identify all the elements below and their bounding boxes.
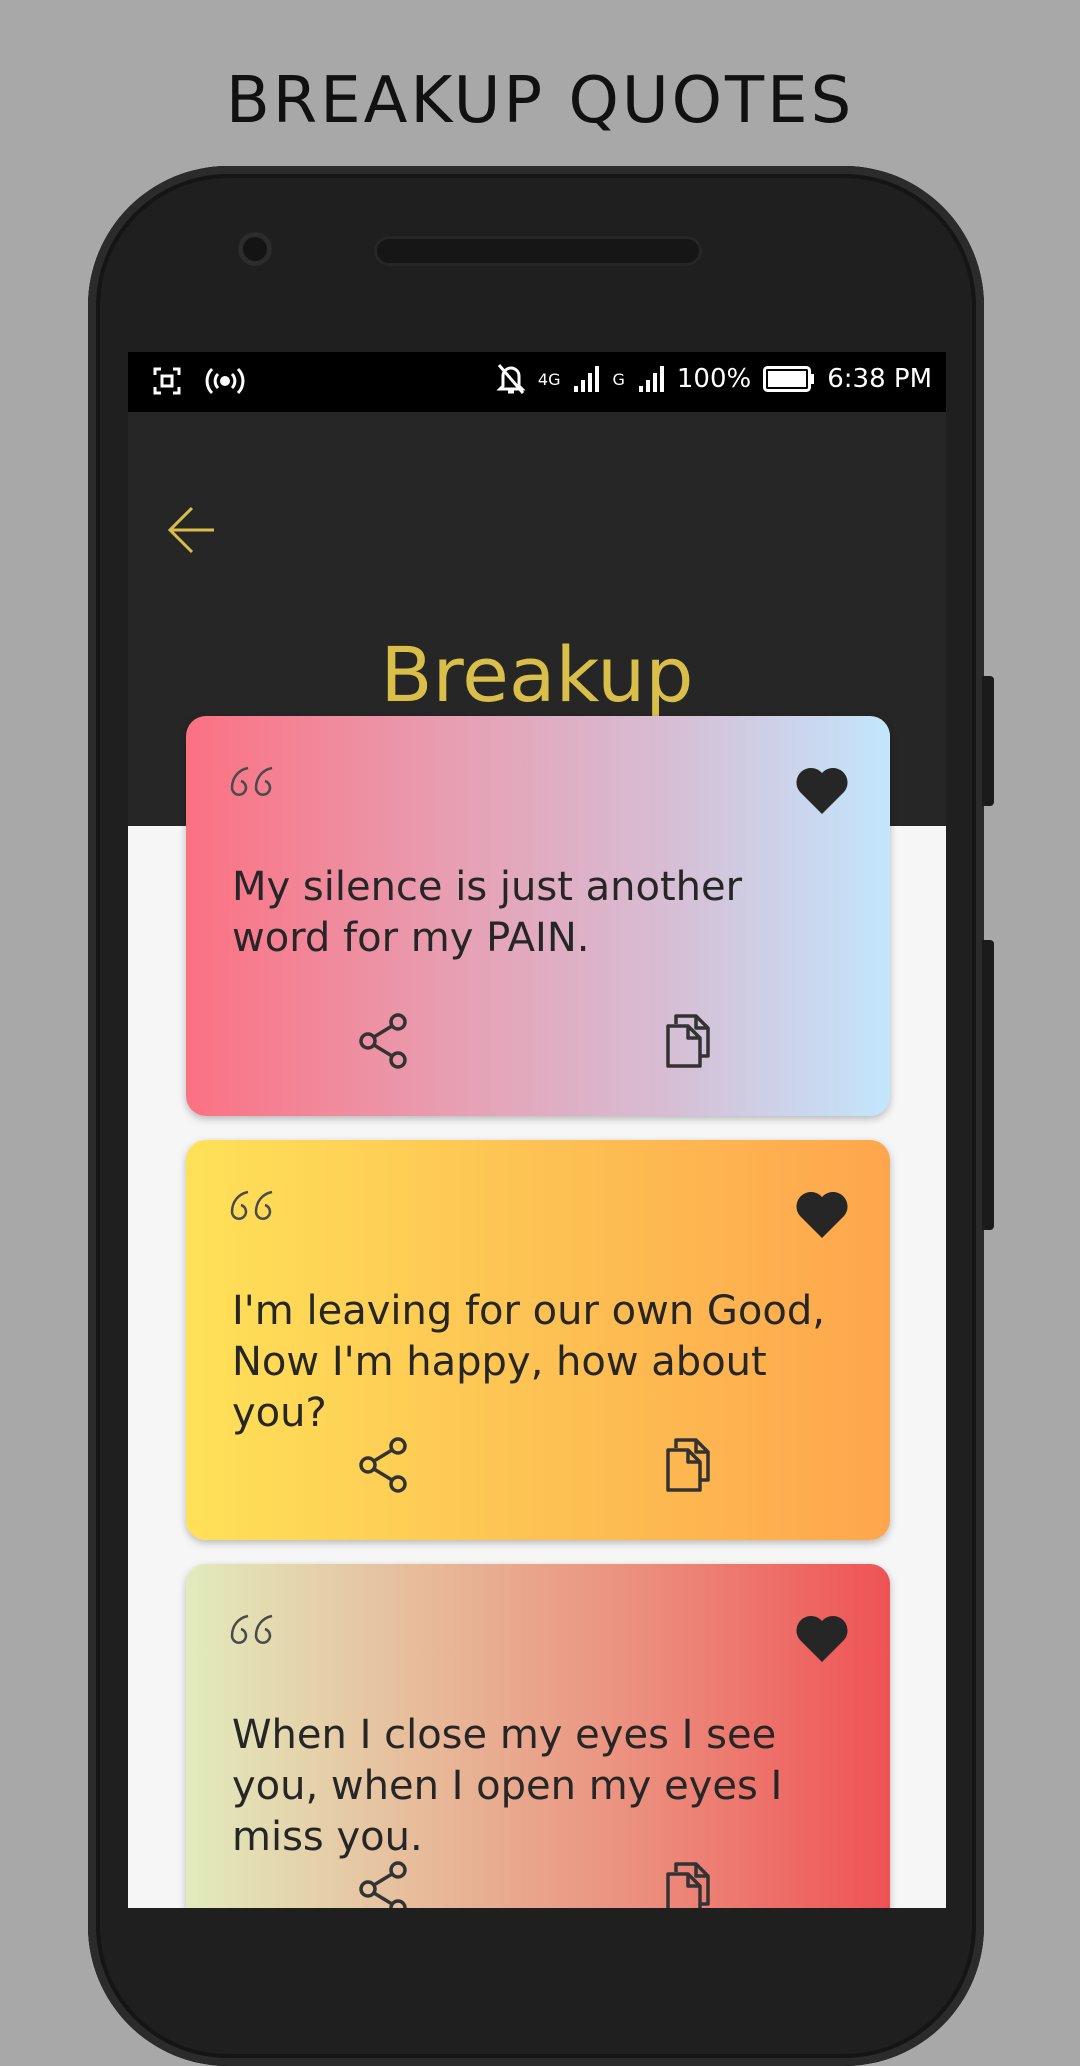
- quote-text: When I close my eyes I see you, when I o…: [232, 1712, 783, 1860]
- network-4g-label: 4G: [537, 369, 561, 389]
- phone-side-button: [982, 676, 994, 806]
- heart-icon[interactable]: [794, 1188, 850, 1240]
- quote-text: My silence is just another word for my P…: [232, 864, 743, 961]
- share-icon[interactable]: [358, 1436, 412, 1494]
- front-camera: [238, 232, 272, 266]
- quote-icon: [230, 1190, 273, 1220]
- phone-screen: 4G G 100% 6:38 PM Breakup My silence is …: [128, 352, 946, 1908]
- quote-text: I'm leaving for our own Good, Now I'm ha…: [232, 1288, 825, 1436]
- quote-icon: [230, 766, 273, 796]
- network-g-label: G: [612, 369, 625, 389]
- status-time: 6:38 PM: [827, 364, 932, 394]
- share-icon[interactable]: [358, 1012, 412, 1070]
- promo-title: BREAKUP QUOTES: [225, 64, 855, 138]
- copy-icon[interactable]: [664, 1012, 714, 1070]
- hotspot-icon: [205, 367, 245, 395]
- screenshot-icon: [153, 367, 181, 395]
- status-bar: 4G G 100% 6:38 PM: [128, 352, 946, 412]
- arrow-left-icon[interactable]: [164, 502, 220, 558]
- earpiece-speaker: [374, 236, 702, 266]
- battery-icon: [763, 366, 815, 392]
- mute-notification-icon: [496, 364, 526, 394]
- heart-icon[interactable]: [794, 764, 850, 816]
- quote-card: My silence is just another word for my P…: [186, 716, 890, 1116]
- quote-icon: [230, 1614, 273, 1644]
- signal-icon: [638, 366, 664, 392]
- copy-icon[interactable]: [664, 1436, 714, 1494]
- page-title: Breakup: [380, 630, 694, 719]
- phone-volume-button: [982, 940, 994, 1230]
- quote-card: When I close my eyes I see you, when I o…: [186, 1564, 890, 1908]
- heart-icon[interactable]: [794, 1612, 850, 1664]
- quote-card: I'm leaving for our own Good, Now I'm ha…: [186, 1140, 890, 1540]
- copy-icon[interactable]: [664, 1860, 714, 1908]
- battery-percent: 100%: [676, 364, 752, 394]
- share-icon[interactable]: [358, 1860, 412, 1908]
- signal-icon: [574, 366, 600, 392]
